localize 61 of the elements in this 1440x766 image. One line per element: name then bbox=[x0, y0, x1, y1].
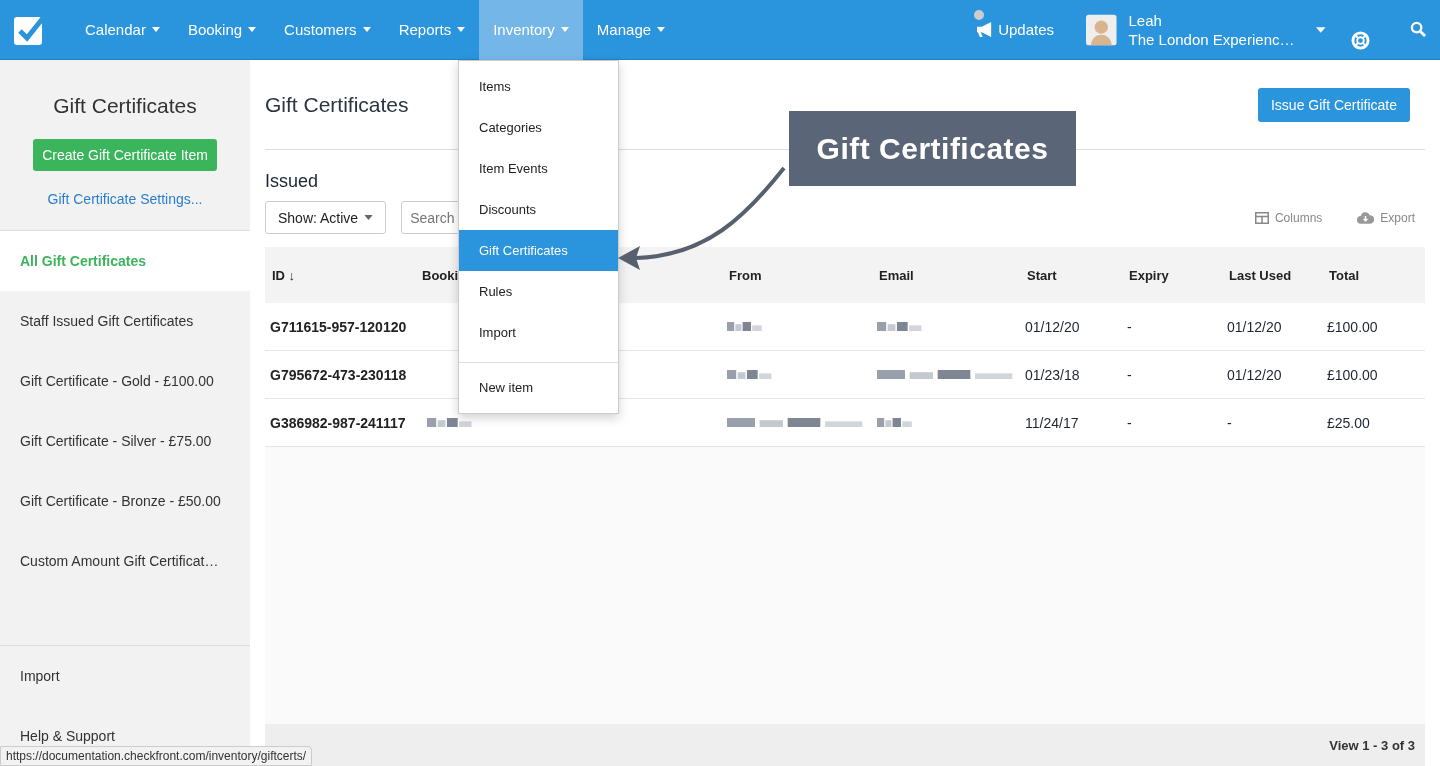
caret-icon bbox=[362, 27, 371, 32]
pagination-info: View 1 - 3 of 3 bbox=[1329, 737, 1415, 753]
menu-item[interactable]: New item bbox=[459, 367, 618, 408]
menu-item[interactable]: Categories bbox=[459, 107, 618, 148]
column-header[interactable]: ID ↓ bbox=[265, 267, 422, 283]
caret-icon bbox=[657, 27, 666, 32]
caret-icon bbox=[151, 27, 160, 32]
help-lifebuoy-icon[interactable] bbox=[1351, 31, 1370, 50]
caret-icon bbox=[248, 27, 257, 32]
sidebar-title: Gift Certificates bbox=[53, 94, 197, 118]
sidebar-item[interactable]: Gift Certificate - Gold - £100.00 bbox=[0, 351, 250, 411]
menu-item[interactable]: Discounts bbox=[459, 189, 618, 230]
caret-icon[interactable] bbox=[1316, 26, 1326, 33]
table-cell-text: - bbox=[1126, 414, 1133, 431]
table-cell-text: £100.00 bbox=[1326, 318, 1379, 335]
column-header[interactable]: Expiry bbox=[1122, 267, 1222, 283]
table-cell-text: 11/24/17 bbox=[1024, 414, 1080, 431]
show-filter-dropdown[interactable]: Show: Active bbox=[265, 201, 387, 234]
table-grid-icon bbox=[1254, 211, 1269, 224]
column-header[interactable]: Start bbox=[1020, 267, 1122, 283]
export-button[interactable]: Export bbox=[1347, 210, 1425, 225]
menu-item[interactable]: Item Events bbox=[459, 148, 618, 189]
table-cell-text: G795672-473-230118 bbox=[269, 366, 408, 383]
search-icon[interactable] bbox=[1410, 21, 1427, 38]
section-title: Issued bbox=[265, 171, 320, 192]
sidebar-item[interactable]: Import bbox=[0, 646, 250, 706]
table-cell-text: - bbox=[1226, 414, 1233, 431]
table-cell-text: 01/12/20 bbox=[1024, 318, 1081, 335]
settings-link[interactable]: Gift Certificate Settings... bbox=[47, 191, 203, 207]
columns-button[interactable]: Columns bbox=[1244, 210, 1333, 225]
column-header[interactable]: Email bbox=[872, 267, 1020, 283]
cloud-download-icon bbox=[1357, 211, 1375, 224]
table-cell-text: - bbox=[1126, 366, 1133, 383]
caret-icon bbox=[560, 27, 569, 32]
sidebar-item[interactable]: Custom Amount Gift Certificat… bbox=[0, 531, 250, 591]
sidebar-item[interactable]: Gift Certificate - Silver - £75.00 bbox=[0, 411, 250, 471]
table-cell-text: £25.00 bbox=[1326, 414, 1371, 431]
status-url-tooltip: https://documentation.checkfront.com/inventory/giftcerts/ bbox=[0, 746, 313, 766]
column-header[interactable]: Total bbox=[1322, 267, 1425, 283]
caret-icon bbox=[457, 27, 466, 32]
table-cell-text: G386982-987-241117 bbox=[269, 414, 407, 431]
menu-item[interactable]: Import bbox=[459, 312, 618, 353]
column-header[interactable]: Last Used bbox=[1222, 267, 1322, 283]
company-name: The London Experienc… bbox=[1128, 29, 1295, 49]
avatar-icon[interactable] bbox=[1086, 13, 1117, 46]
table-cell-text: 01/23/18 bbox=[1024, 366, 1081, 383]
table-cell-text: - bbox=[1126, 318, 1133, 335]
menu-item[interactable]: Rules bbox=[459, 271, 618, 312]
page-title: Gift Certificates bbox=[265, 92, 409, 117]
table-cell-text: 01/12/20 bbox=[1226, 318, 1283, 335]
notification-dot-icon bbox=[974, 10, 985, 20]
callout-label: Gift Certificates bbox=[789, 111, 1076, 186]
caret-icon bbox=[364, 215, 374, 220]
column-header[interactable]: From bbox=[722, 267, 872, 283]
sidebar-item[interactable]: Staff Issued Gift Certificates bbox=[0, 291, 250, 351]
user-name: Leah bbox=[1128, 10, 1163, 30]
table-cell-text: £100.00 bbox=[1326, 366, 1379, 383]
menu-item[interactable]: Items bbox=[459, 66, 618, 107]
sidebar-item[interactable]: Gift Certificate - Bronze - £50.00 bbox=[0, 471, 250, 531]
table-cell-text: 01/12/20 bbox=[1226, 366, 1283, 383]
table-cell-text: G711615-957-120120 bbox=[269, 318, 408, 335]
